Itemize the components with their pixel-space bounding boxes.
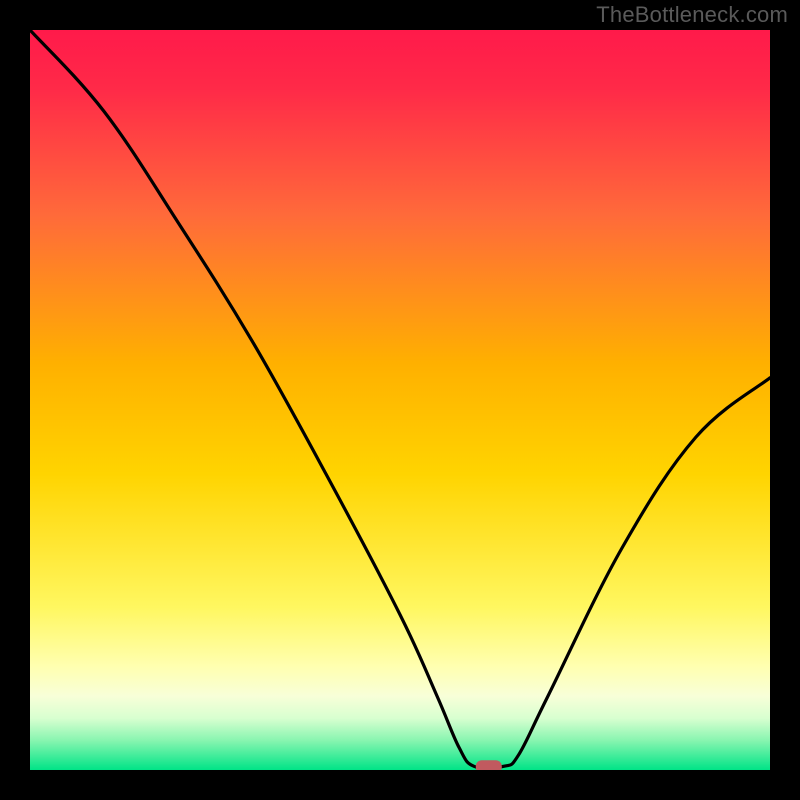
chart-frame: TheBottleneck.com bbox=[0, 0, 800, 800]
optimal-point-marker bbox=[476, 760, 502, 770]
attribution-label: TheBottleneck.com bbox=[596, 2, 788, 28]
bottleneck-curve-chart bbox=[30, 30, 770, 770]
gradient-background bbox=[30, 30, 770, 770]
